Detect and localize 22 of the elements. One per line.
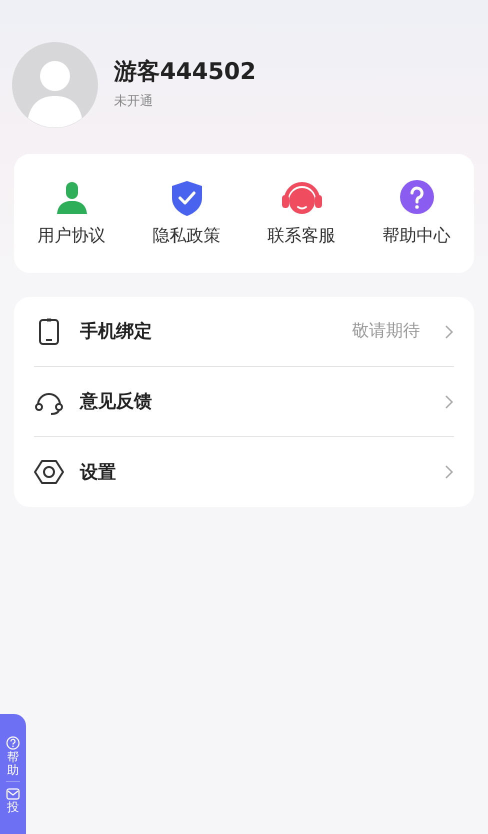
menu-label: 意见反馈 <box>80 390 152 414</box>
side-tab-item[interactable]: 投 <box>6 781 20 815</box>
chevron-right-icon <box>444 464 454 480</box>
menu-value: 敬请期待 <box>352 320 420 343</box>
help-icon <box>6 736 20 750</box>
menu-row[interactable]: 手机绑定 敬请期待 <box>34 297 454 367</box>
chevron-right-icon <box>444 394 454 410</box>
menu-row[interactable]: 设置 <box>34 437 454 507</box>
user-name: 游客444502 <box>114 58 256 87</box>
shortcut-item[interactable]: 帮助中心 <box>359 178 474 250</box>
settings-icon <box>34 458 64 486</box>
chevron-right-icon <box>444 324 454 340</box>
side-tab-item[interactable]: 帮助 <box>6 736 20 778</box>
shortcut-item[interactable]: 用户协议 <box>14 178 129 250</box>
phone-icon <box>37 318 61 346</box>
menu-label: 手机绑定 <box>80 320 152 344</box>
membership-status: 未开通 <box>114 93 154 111</box>
shortcut-item[interactable]: 联系客服 <box>244 178 359 250</box>
mail-icon <box>6 788 20 800</box>
shortcut-item[interactable]: 隐私政策 <box>129 178 244 250</box>
menu-label: 设置 <box>80 460 116 484</box>
menu-row[interactable]: 意见反馈 <box>34 367 454 437</box>
